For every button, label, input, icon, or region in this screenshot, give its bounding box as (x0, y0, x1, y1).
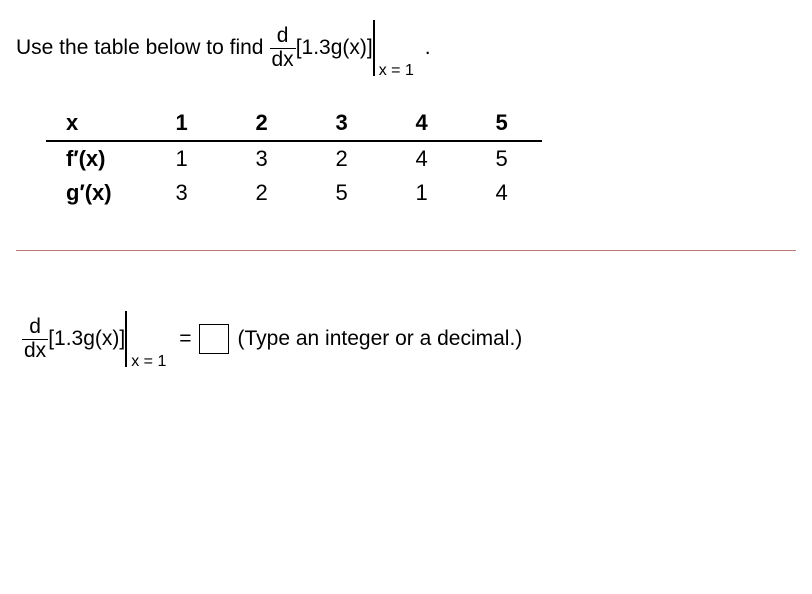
evaluation-point: x = 1 (131, 353, 166, 371)
fraction-d-dx: d dx (22, 316, 48, 361)
inner-expression: [1.3g(x)] (48, 327, 125, 351)
row-label-fprime: f′(x) (46, 141, 142, 176)
header-label-x: x (46, 106, 142, 141)
frac-numerator: d (27, 316, 43, 338)
table-cell: 4 (462, 176, 542, 210)
header-cell: 4 (382, 106, 462, 141)
evaluation-point: x = 1 (379, 62, 414, 80)
data-table: x 1 2 3 4 5 f′(x) 1 3 2 4 5 g′(x) 3 2 5 … (46, 106, 796, 210)
row-label-gprime: g′(x) (46, 176, 142, 210)
frac-numerator: d (275, 25, 291, 47)
inner-expression: [1.3g(x)] (296, 36, 373, 60)
answer-hint: (Type an integer or a decimal.) (237, 327, 522, 351)
problem-prompt: Use the table below to find d dx [1.3g(x… (16, 20, 796, 76)
table-cell: 3 (142, 176, 222, 210)
table-row: f′(x) 1 3 2 4 5 (46, 141, 542, 176)
derivative-expression: d dx [1.3g(x)] x = 1 (270, 20, 377, 76)
table-cell: 1 (382, 176, 462, 210)
prompt-prefix: Use the table below to find (16, 36, 264, 60)
fraction-d-dx: d dx (270, 25, 296, 70)
prompt-suffix: . (425, 36, 431, 60)
frac-denominator: dx (270, 48, 296, 71)
header-cell: 3 (302, 106, 382, 141)
table-cell: 2 (302, 141, 382, 176)
table-cell: 4 (382, 141, 462, 176)
table-header-row: x 1 2 3 4 5 (46, 106, 542, 141)
table-cell: 5 (302, 176, 382, 210)
answer-derivative-expression: d dx [1.3g(x)] x = 1 (22, 311, 129, 367)
table-row: g′(x) 3 2 5 1 4 (46, 176, 542, 210)
table-cell: 1 (142, 141, 222, 176)
evaluation-bar: x = 1 (373, 20, 377, 76)
equals-sign: = (179, 327, 191, 351)
header-cell: 2 (222, 106, 302, 141)
frac-denominator: dx (22, 339, 48, 362)
table-cell: 3 (222, 141, 302, 176)
table-cell: 5 (462, 141, 542, 176)
answer-input[interactable] (199, 324, 229, 354)
header-cell: 1 (142, 106, 222, 141)
table-cell: 2 (222, 176, 302, 210)
section-divider (16, 250, 796, 251)
evaluation-bar: x = 1 (125, 311, 129, 367)
header-cell: 5 (462, 106, 542, 141)
answer-line: d dx [1.3g(x)] x = 1 = (Type an integer … (22, 311, 796, 367)
